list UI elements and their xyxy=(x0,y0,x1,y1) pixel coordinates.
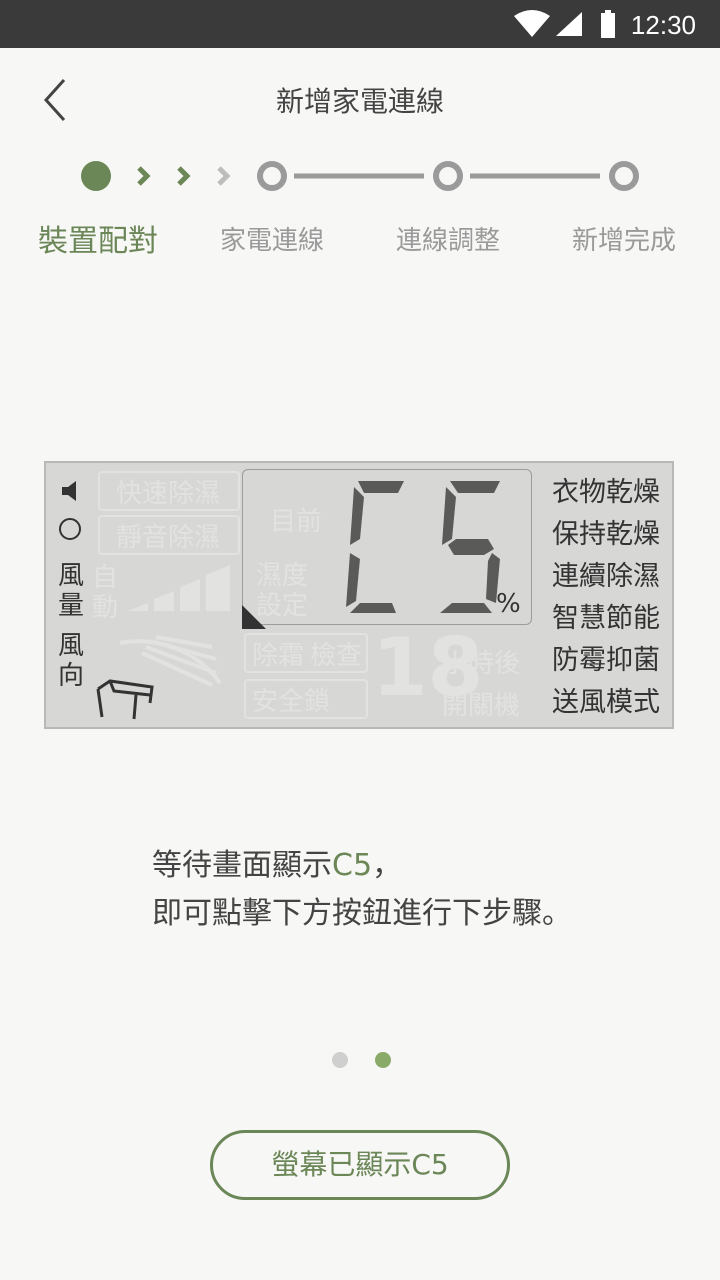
lcd-mode-keep-dry: 保持乾燥 xyxy=(552,519,660,550)
fan-bars-graphic xyxy=(128,565,230,611)
page-dot-2-active xyxy=(375,1052,392,1068)
instruction-line-1: 等待畫面顯示C5， xyxy=(152,842,572,890)
lcd-ghost-quiet-dry: 靜音除濕 xyxy=(116,523,221,553)
arrow-icon xyxy=(217,166,231,186)
instruction-suffix: ， xyxy=(372,848,403,883)
lcd-label-volume: 量 xyxy=(58,591,85,621)
lcd-label-direction: 向 xyxy=(58,661,85,691)
step-1-active-dot xyxy=(81,161,111,191)
step-indicator-graphic xyxy=(81,161,639,191)
instruction-prefix: 等待畫面顯示 xyxy=(152,848,332,883)
clock: 12:30 xyxy=(630,10,696,40)
instruction-code: C5 xyxy=(332,848,373,883)
lcd-ghost-auto-2: 動 xyxy=(92,593,119,623)
lcd-mode-antimold: 防霉抑菌 xyxy=(552,645,660,676)
step-label-pairing: 裝置配對 xyxy=(38,224,158,259)
page-dot-1 xyxy=(332,1052,348,1068)
lcd-ghost-safety-lock: 安全鎖 xyxy=(252,687,331,717)
lcd-ghost-fast-dry: 快速除濕 xyxy=(116,479,221,509)
lcd-mode-list: 衣物乾燥 保持乾燥 連續除濕 智慧節能 防霉抑菌 送風模式 xyxy=(552,473,660,725)
lcd-mode-fan: 送風模式 xyxy=(552,687,660,718)
instruction-line-2: 即可點擊下方按鈕進行下步驟。 xyxy=(152,896,572,931)
arrow-icon xyxy=(137,166,151,186)
lcd-mode-continuous: 連續除濕 xyxy=(552,561,660,592)
signal-icon xyxy=(556,12,582,36)
circle-icon xyxy=(59,518,81,540)
page-indicator xyxy=(332,1052,413,1072)
lcd-mode-clothes-dry: 衣物乾燥 xyxy=(552,477,660,508)
screen-shows-c5-button[interactable]: 螢幕已顯示C5 xyxy=(210,1130,510,1200)
lcd-ghost-defrost: 除霜 xyxy=(252,641,305,671)
step-label-adjust: 連線調整 xyxy=(395,226,500,256)
swing-fan-graphic xyxy=(119,635,222,687)
corner-mark xyxy=(242,605,266,629)
lcd-ghost-check: 檢查 xyxy=(310,641,363,671)
step-2-dot xyxy=(257,161,287,191)
header: 新增家電連線 xyxy=(0,48,720,152)
lcd-ghost-hours-later: 小時後 xyxy=(442,649,521,679)
lcd-ghost-power: 開關機 xyxy=(442,691,521,721)
page-title: 新增家電連線 xyxy=(275,85,444,118)
battery-icon xyxy=(601,10,615,38)
progress-steps: 裝置配對 家電連線 連線調整 新增完成 xyxy=(0,150,720,270)
step-label-complete: 新增完成 xyxy=(571,226,676,256)
lcd-percent: % xyxy=(496,589,521,619)
step-3-dot xyxy=(433,161,463,191)
instruction-text: 等待畫面顯示C5， 即可點擊下方按鈕進行下步驟。 xyxy=(152,842,572,938)
step-4-dot xyxy=(609,161,639,191)
status-bar: 12:30 xyxy=(0,0,720,48)
arrow-icon xyxy=(177,166,191,186)
speaker-icon xyxy=(62,481,76,501)
step-label-connect: 家電連線 xyxy=(219,226,324,256)
lcd-ghost-current: 目前 xyxy=(270,507,323,537)
lcd-panel: 風 量 風 向 快速除濕 靜音除濕 自 動 目前 濕度 設定 % 除霜 檢查 安… xyxy=(44,461,674,729)
wifi-icon xyxy=(514,10,550,37)
lcd-mode-eco: 智慧節能 xyxy=(552,603,660,634)
